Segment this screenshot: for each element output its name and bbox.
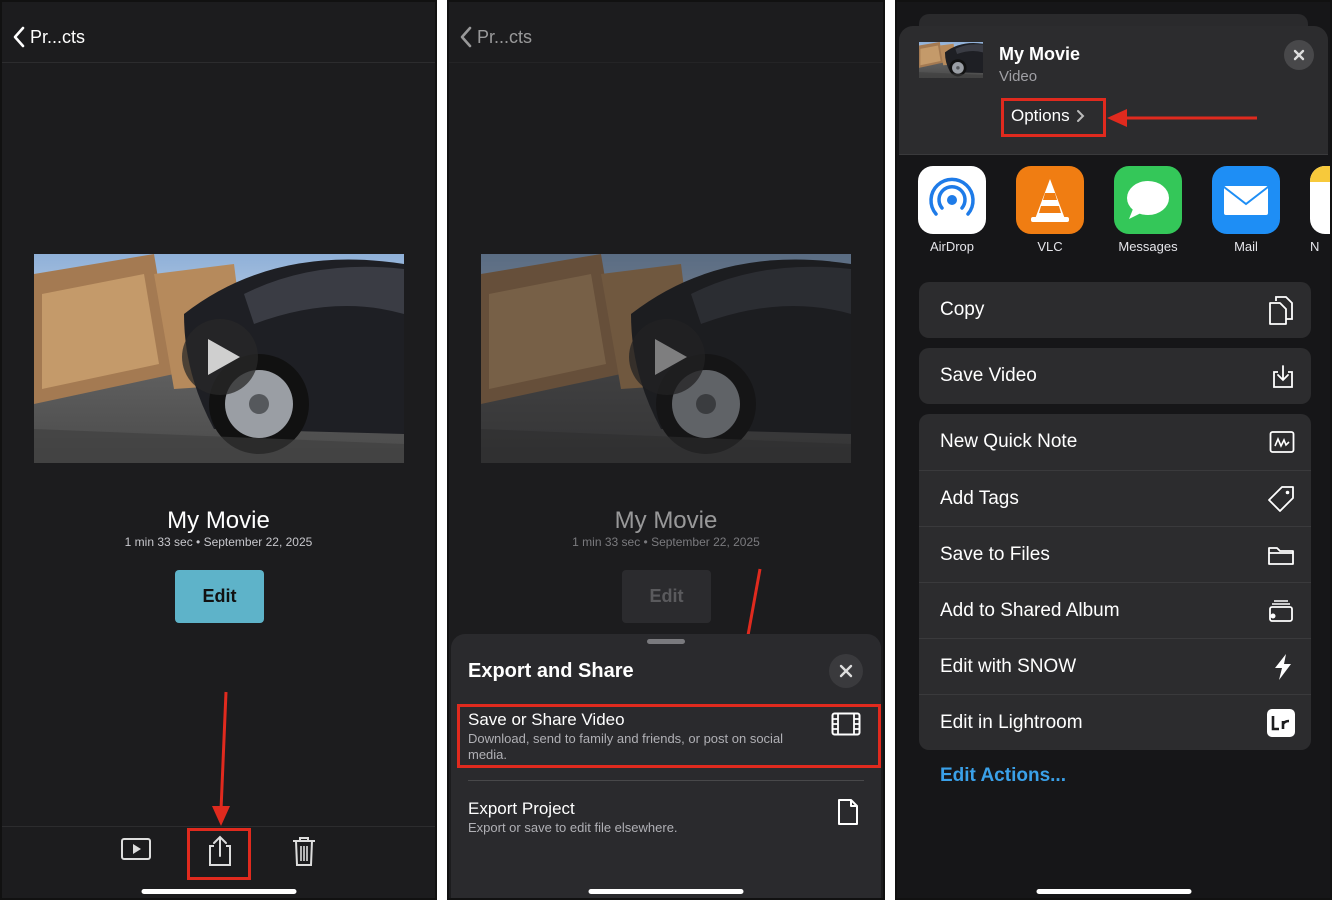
folder-icon xyxy=(1267,544,1295,566)
sheet-title: Export and Share xyxy=(468,660,634,682)
play-icon[interactable] xyxy=(182,319,258,395)
save-share-highlight-box xyxy=(457,704,881,768)
notes-icon xyxy=(1310,166,1330,234)
action-group-copy: Copy xyxy=(919,282,1311,338)
edit-button: Edit xyxy=(622,570,711,623)
play-icon xyxy=(629,319,705,395)
close-button[interactable] xyxy=(829,654,863,688)
copy-icon xyxy=(1267,294,1295,326)
action-group-save: Save Video xyxy=(919,348,1311,404)
back-button[interactable]: Pr...cts xyxy=(459,26,532,48)
action-label: Save to Files xyxy=(940,543,1050,565)
app-label: VLC xyxy=(1037,239,1063,254)
back-label: Pr...cts xyxy=(30,26,86,47)
movie-title: My Movie xyxy=(614,507,718,534)
header-divider xyxy=(449,62,883,63)
snow-bolt-icon xyxy=(1271,653,1295,681)
app-label: Mail xyxy=(1234,239,1258,254)
action-new-quick-note[interactable]: New Quick Note xyxy=(919,414,1311,470)
sheet-grabber[interactable] xyxy=(647,639,685,644)
action-save-video[interactable]: Save Video xyxy=(919,348,1311,404)
back-button[interactable]: Pr...cts xyxy=(12,26,85,48)
chevron-left-icon xyxy=(460,26,472,48)
play-preview-icon[interactable] xyxy=(120,834,152,866)
export-share-screen: Pr...cts My Movie 1 min 33 sec • Septemb… xyxy=(447,0,885,900)
close-icon xyxy=(1293,49,1305,61)
option-divider xyxy=(468,780,864,781)
action-add-tags[interactable]: Add Tags xyxy=(919,470,1311,526)
ios-share-sheet: My Movie Video Options AirDrop VLC Messa… xyxy=(895,0,1332,900)
back-label: Pr...cts xyxy=(477,26,533,47)
tag-icon xyxy=(1267,485,1295,513)
annotation-arrow xyxy=(212,691,230,826)
trash-icon[interactable] xyxy=(288,834,320,868)
action-label: Edit in Lightroom xyxy=(940,711,1083,733)
item-name: My Movie xyxy=(999,44,1081,64)
app-label: AirDrop xyxy=(929,239,975,254)
app-mail[interactable]: Mail xyxy=(1212,166,1280,254)
action-group-more: New Quick Note Add Tags Save to Files Ad… xyxy=(919,414,1311,750)
share-highlight-box xyxy=(187,828,251,880)
app-label: Messages xyxy=(1118,239,1178,254)
movie-thumbnail[interactable] xyxy=(34,254,404,463)
home-indicator xyxy=(141,889,296,894)
annotation-arrow xyxy=(1107,109,1257,127)
share-sheet-header: My Movie Video Options xyxy=(899,26,1328,154)
edit-button[interactable]: Edit xyxy=(175,570,264,623)
option-description: Export or save to edit file elsewhere. xyxy=(468,820,678,835)
action-label: Add to Shared Album xyxy=(940,599,1120,621)
shared-album-icon xyxy=(1267,599,1295,623)
item-thumbnail xyxy=(919,42,983,78)
close-button[interactable] xyxy=(1284,40,1314,70)
action-label: Copy xyxy=(940,299,985,320)
close-icon xyxy=(839,664,853,678)
mail-icon xyxy=(1212,166,1280,234)
action-label: Add Tags xyxy=(940,487,1019,509)
header-divider xyxy=(2,62,435,63)
vlc-icon xyxy=(1016,166,1084,234)
document-icon xyxy=(838,799,858,825)
home-indicator xyxy=(588,889,744,894)
header-divider xyxy=(899,154,1328,155)
quick-note-icon xyxy=(1269,430,1295,454)
airdrop-icon xyxy=(918,166,986,234)
save-download-icon xyxy=(1271,363,1295,389)
option-title: Export Project xyxy=(468,799,575,818)
action-add-to-shared-album[interactable]: Add to Shared Album xyxy=(919,582,1311,638)
app-label: N xyxy=(1310,239,1320,254)
action-edit-in-lightroom[interactable]: Edit in Lightroom xyxy=(919,694,1311,750)
action-copy[interactable]: Copy xyxy=(919,282,1311,338)
movie-thumbnail xyxy=(481,254,851,463)
movie-title: My Movie xyxy=(167,507,270,534)
action-label: Save Video xyxy=(940,365,1037,386)
action-label: New Quick Note xyxy=(940,431,1078,452)
messages-icon xyxy=(1114,166,1182,234)
chevron-left-icon xyxy=(13,26,25,48)
app-notes[interactable]: N xyxy=(1310,166,1330,254)
movie-meta: 1 min 33 sec • September 22, 2025 xyxy=(572,535,760,549)
edit-actions-link[interactable]: Edit Actions... xyxy=(940,765,1066,787)
export-share-sheet: Export and Share Save or Share Video Dow… xyxy=(451,634,881,898)
options-highlight-box xyxy=(1001,98,1106,137)
item-type: Video xyxy=(999,68,1038,85)
action-label: Edit with SNOW xyxy=(940,655,1077,677)
home-indicator xyxy=(1036,889,1191,894)
app-airdrop[interactable]: AirDrop xyxy=(918,166,986,254)
movie-meta: 1 min 33 sec • September 22, 2025 xyxy=(124,535,313,549)
lightroom-icon xyxy=(1267,708,1295,737)
imovie-project-screen: Pr...cts My Movie 1 min 33 sec • Septemb… xyxy=(0,0,437,900)
app-vlc[interactable]: VLC xyxy=(1016,166,1084,254)
action-save-to-files[interactable]: Save to Files xyxy=(919,526,1311,582)
action-edit-with-snow[interactable]: Edit with SNOW xyxy=(919,638,1311,694)
app-messages[interactable]: Messages xyxy=(1114,166,1182,254)
